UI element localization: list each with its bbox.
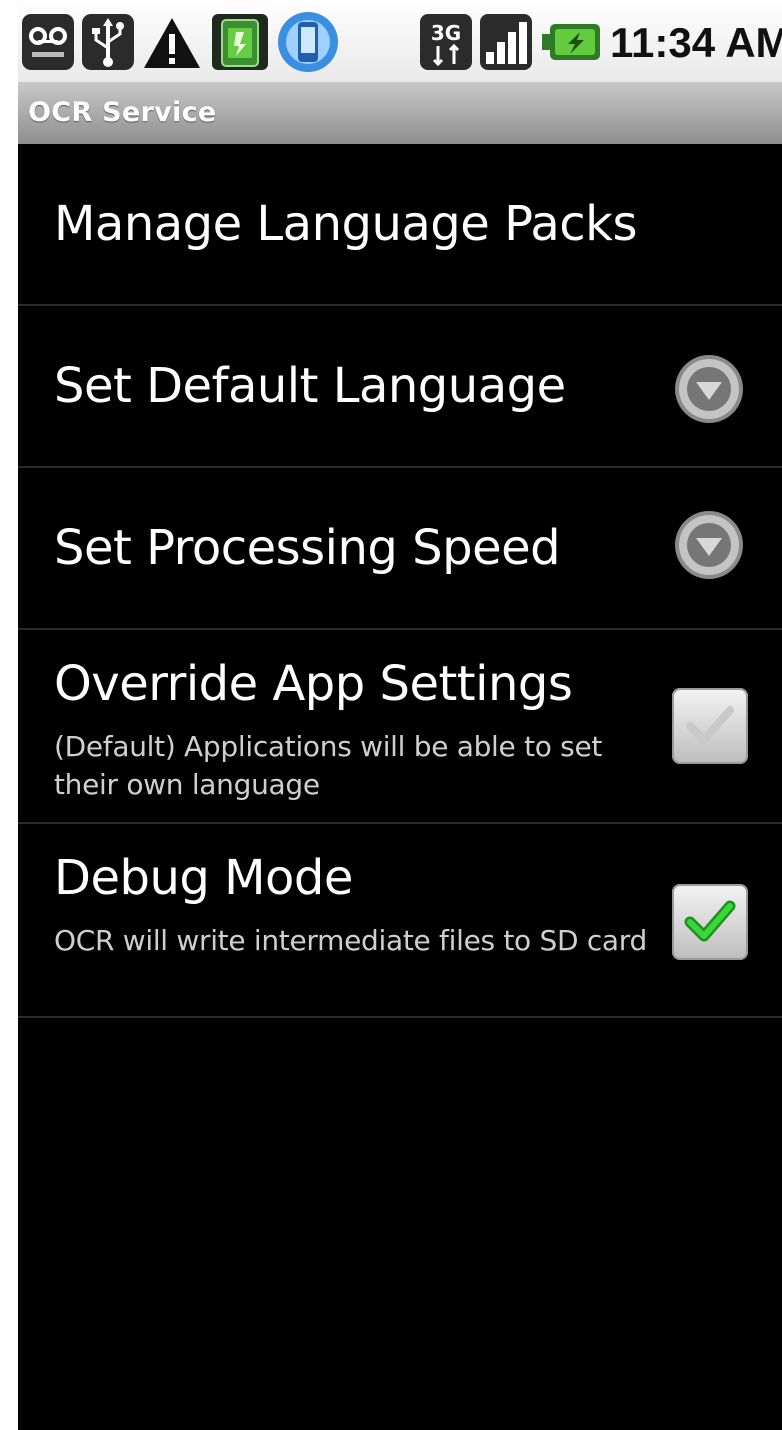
check-icon (686, 706, 734, 744)
3g-label: 3G (431, 21, 461, 45)
screen: 3G 11:34 AM OCR Service Manage Language … (18, 0, 782, 1430)
pref-title: Set Processing Speed (54, 520, 561, 576)
override-checkbox[interactable] (672, 688, 748, 764)
pref-manage-language-packs[interactable]: Manage Language Packs (18, 144, 782, 306)
signal-icon (480, 14, 532, 70)
status-time: 11:34 AM (610, 19, 782, 66)
check-icon (684, 900, 736, 942)
pref-title: Override App Settings (54, 656, 573, 712)
pref-override-app-settings[interactable]: Override App Settings (Default) Applicat… (18, 630, 782, 824)
status-bar: 3G 11:34 AM (18, 0, 782, 82)
sync-icon (276, 8, 340, 76)
warning-icon (142, 16, 202, 72)
pref-set-processing-speed[interactable]: Set Processing Speed (18, 468, 782, 630)
pref-set-default-language[interactable]: Set Default Language (18, 306, 782, 468)
battery-app-icon (212, 14, 268, 70)
battery-charging-icon (542, 22, 602, 62)
pref-summary: (Default) Applications will be able to s… (54, 730, 603, 801)
pref-title: Set Default Language (54, 358, 566, 414)
pref-debug-mode[interactable]: Debug Mode OCR will write intermediate f… (18, 824, 782, 1018)
page-title: OCR Service (28, 97, 217, 128)
pref-title: Debug Mode (54, 850, 353, 906)
pref-summary: OCR will write intermediate files to SD … (54, 924, 647, 957)
dropdown-arrow-icon[interactable] (672, 508, 746, 582)
title-bar: OCR Service (18, 82, 782, 144)
debug-checkbox[interactable] (672, 884, 748, 960)
dropdown-arrow-icon[interactable] (672, 352, 746, 426)
usb-icon (82, 14, 134, 70)
voicemail-icon (22, 14, 74, 70)
3g-icon: 3G (420, 14, 472, 70)
pref-title: Manage Language Packs (54, 196, 637, 252)
